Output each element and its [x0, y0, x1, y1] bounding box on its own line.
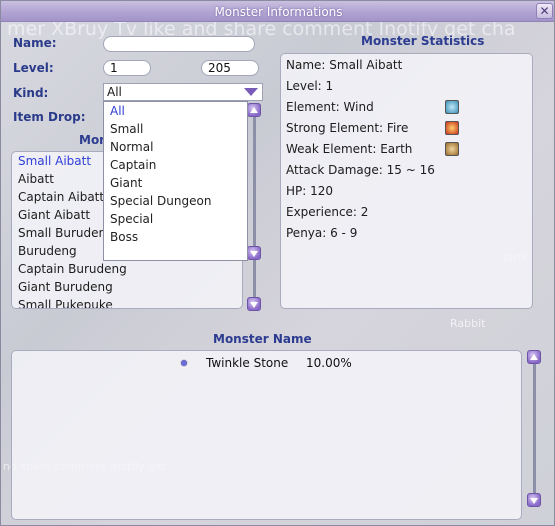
chevron-down-icon[interactable] — [244, 88, 258, 96]
list-item[interactable]: Small Pukepuke — [12, 296, 242, 308]
stat-element-row: Element: Wind — [281, 97, 532, 118]
drop-item-rate: 10.00% — [306, 356, 352, 370]
stat-experience: Experience: 2 — [286, 205, 369, 219]
kind-select[interactable]: All — [103, 83, 263, 101]
scroll-up-button[interactable] — [247, 103, 261, 117]
drops-header: Monster Name — [213, 332, 312, 346]
statistics-panel: Name: Small Aibatt Level: 1 Element: Win… — [280, 53, 533, 309]
monster-info-window: mer XBruy Tv like and share comment Inot… — [0, 0, 555, 526]
kind-option[interactable]: Captain — [104, 156, 247, 174]
name-label: Name: — [13, 36, 57, 50]
level-label: Level: — [13, 61, 54, 75]
stat-strong-element-row: Strong Element: Fire — [281, 118, 532, 139]
drops-scroll-track[interactable] — [533, 361, 536, 499]
drops-scroll-up-button[interactable] — [527, 350, 541, 364]
stat-attack-damage: Attack Damage: 15 ~ 16 — [286, 163, 435, 177]
stat-strong-element: Strong Element: Fire — [286, 121, 409, 135]
list-item[interactable]: Giant Burudeng — [12, 278, 242, 296]
kind-option[interactable]: Normal — [104, 138, 247, 156]
stat-weak-element-row: Weak Element: Earth — [281, 139, 532, 160]
stat-weak-element: Weak Element: Earth — [286, 142, 413, 156]
close-icon: ✕ — [539, 4, 550, 18]
stat-name: Name: Small Aibatt — [286, 58, 403, 72]
drops-list[interactable]: Twinkle Stone 10.00% — [11, 350, 522, 520]
kind-option[interactable]: Special — [104, 210, 247, 228]
scroll-down-button[interactable] — [247, 246, 261, 260]
drops-scroll-down-button[interactable] — [527, 493, 541, 507]
monster-list-scroll-track[interactable] — [253, 113, 256, 303]
statistics-header: Monster Statistics — [361, 34, 485, 48]
kind-option[interactable]: Special Dungeon — [104, 192, 247, 210]
name-input[interactable] — [103, 36, 255, 52]
kind-dropdown-list[interactable]: All Small Normal Captain Giant Special D… — [103, 101, 248, 261]
background-rabbit-text: Rabbit — [450, 317, 486, 330]
item-drop-label: Item Drop: — [13, 110, 86, 124]
level-min-input[interactable]: 1 — [103, 60, 151, 76]
title-bar[interactable]: Monster Informations ✕ — [1, 1, 554, 22]
wind-element-icon — [445, 100, 459, 114]
stat-level: Level: 1 — [286, 79, 334, 93]
level-max-input[interactable]: 205 — [201, 60, 259, 76]
kind-option[interactable]: Boss — [104, 228, 247, 246]
drop-item-name: Twinkle Stone — [206, 356, 289, 370]
close-button[interactable]: ✕ — [536, 3, 553, 19]
earth-element-icon — [445, 142, 459, 156]
kind-select-value: All — [107, 85, 122, 99]
stat-element: Element: Wind — [286, 100, 374, 114]
fire-element-icon — [445, 121, 459, 135]
kind-option[interactable]: All — [104, 102, 247, 120]
stat-penya: Penya: 6 - 9 — [286, 226, 358, 240]
bullet-icon — [181, 360, 187, 366]
kind-label: Kind: — [13, 86, 49, 100]
table-row[interactable]: Twinkle Stone 10.00% — [12, 354, 523, 372]
monster-list-scroll-down-button[interactable] — [247, 297, 261, 311]
kind-option[interactable]: Giant — [104, 174, 247, 192]
list-item[interactable]: Captain Burudeng — [12, 260, 242, 278]
stat-hp: HP: 120 — [286, 184, 334, 198]
kind-option[interactable]: Small — [104, 120, 247, 138]
window-title: Monster Informations — [214, 5, 343, 19]
